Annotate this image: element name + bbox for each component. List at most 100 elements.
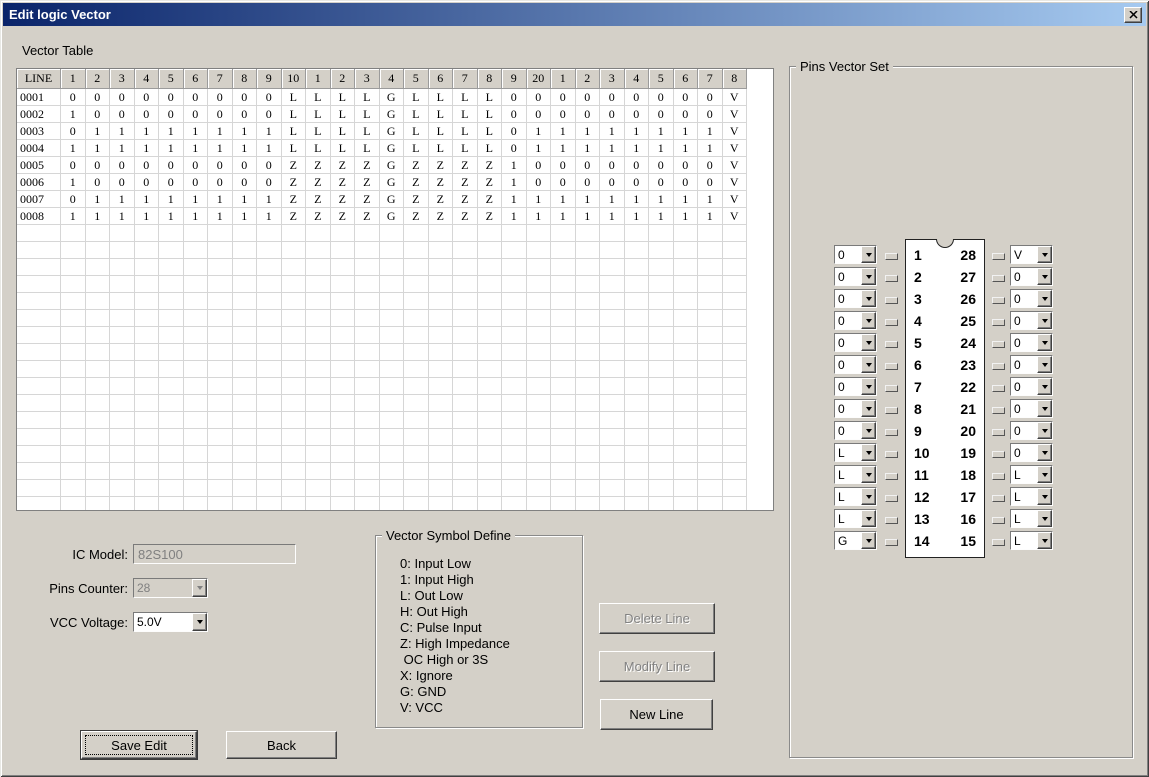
pin-vector-select[interactable]: L	[834, 465, 877, 484]
pin-vector-select[interactable]: 0	[1010, 421, 1053, 440]
table-cell: Z	[355, 174, 380, 191]
chevron-down-icon[interactable]	[861, 290, 876, 307]
ic-model-field[interactable]	[133, 544, 296, 564]
triangle-icon	[1042, 429, 1048, 433]
pin-vector-select[interactable]: V	[1010, 245, 1053, 264]
chevron-down-icon[interactable]	[1037, 378, 1052, 395]
pin-vector-select[interactable]: 0	[1010, 333, 1053, 352]
table-cell	[625, 259, 650, 276]
table-cell: V	[723, 140, 748, 157]
chevron-down-icon[interactable]	[1037, 334, 1052, 351]
pin-vector-select[interactable]: G	[834, 531, 877, 550]
pin-vector-select[interactable]: 0	[1010, 399, 1053, 418]
chevron-down-icon[interactable]	[1037, 488, 1052, 505]
pin-vector-select[interactable]: 0	[834, 421, 877, 440]
pin-vector-select[interactable]: 0	[834, 289, 877, 308]
table-row[interactable]: 0004111111111LLLLGLLLL011111111V	[17, 140, 773, 157]
table-row[interactable]: 0008111111111ZZZZGZZZZ111111111V	[17, 208, 773, 225]
chevron-down-icon[interactable]	[1037, 268, 1052, 285]
pin-vector-select[interactable]: 0	[1010, 377, 1053, 396]
chevron-down-icon[interactable]	[861, 422, 876, 439]
chevron-down-icon[interactable]	[861, 246, 876, 263]
chevron-down-icon[interactable]	[1037, 444, 1052, 461]
chevron-down-icon[interactable]	[1037, 400, 1052, 417]
chevron-down-icon[interactable]	[861, 378, 876, 395]
pin-vector-select[interactable]: L	[1010, 465, 1053, 484]
chevron-down-icon[interactable]	[861, 268, 876, 285]
table-cell: V	[723, 106, 748, 123]
table-cell: 0	[527, 174, 552, 191]
vcc-voltage-select[interactable]: 5.0V	[133, 612, 208, 632]
table-row-empty	[17, 310, 773, 327]
table-cell	[159, 446, 184, 463]
pin-vector-select[interactable]: 0	[1010, 311, 1053, 330]
pin-vector-select[interactable]: 0	[1010, 289, 1053, 308]
table-cell	[257, 327, 282, 344]
table-cell	[61, 361, 86, 378]
table-cell	[429, 327, 454, 344]
pin-vector-value: 0	[835, 400, 861, 417]
table-row[interactable]: 0002100000000LLLLGLLLL000000000V	[17, 106, 773, 123]
pin-leg	[992, 253, 1005, 260]
chevron-down-icon[interactable]	[861, 312, 876, 329]
table-cell	[502, 361, 527, 378]
chevron-down-icon[interactable]	[861, 400, 876, 417]
table-row[interactable]: 0006100000000ZZZZGZZZZ100000000V	[17, 174, 773, 191]
pin-vector-select[interactable]: L	[1010, 509, 1053, 528]
pin-leg	[885, 429, 898, 436]
chevron-down-icon[interactable]	[861, 444, 876, 461]
pin-vector-select[interactable]: 0	[1010, 267, 1053, 286]
new-line-button[interactable]: New Line	[600, 699, 713, 730]
pin-vector-value: 0	[835, 312, 861, 329]
pin-vector-select[interactable]: 0	[834, 267, 877, 286]
table-cell	[306, 480, 331, 497]
chevron-down-icon[interactable]	[1037, 246, 1052, 263]
chevron-down-icon[interactable]	[861, 510, 876, 527]
pin-vector-select[interactable]: L	[1010, 487, 1053, 506]
pin-vector-select[interactable]: 0	[834, 355, 877, 374]
chevron-down-icon[interactable]	[1037, 356, 1052, 373]
chevron-down-icon[interactable]	[1037, 290, 1052, 307]
table-row[interactable]: 0003011111111LLLLGLLLL011111111V	[17, 123, 773, 140]
pin-vector-select[interactable]: L	[834, 487, 877, 506]
table-row[interactable]: 0005000000000ZZZZGZZZZ100000000V	[17, 157, 773, 174]
triangle-icon	[197, 620, 203, 624]
chevron-down-icon[interactable]	[1037, 532, 1052, 549]
vector-symbol-define-group: Vector Symbol Define 0: Input Low1: Inpu…	[375, 535, 583, 728]
table-cell: Z	[453, 191, 478, 208]
chevron-down-icon[interactable]	[861, 356, 876, 373]
pin-vector-select[interactable]: L	[1010, 531, 1053, 550]
chevron-down-icon[interactable]	[1037, 312, 1052, 329]
close-button[interactable]	[1124, 7, 1142, 23]
table-cell	[233, 327, 258, 344]
chevron-down-icon[interactable]	[192, 613, 207, 631]
table-cell	[355, 497, 380, 511]
chevron-down-icon[interactable]	[861, 532, 876, 549]
table-header-cell: 3	[355, 69, 380, 89]
pin-vector-select[interactable]: L	[834, 509, 877, 528]
chevron-down-icon[interactable]	[861, 466, 876, 483]
vector-table[interactable]: LINE 123456789101234567892012345678 0001…	[16, 68, 774, 511]
pin-vector-select[interactable]: 0	[834, 311, 877, 330]
pin-vector-select[interactable]: 0	[834, 377, 877, 396]
table-cell: 1	[502, 208, 527, 225]
chevron-down-icon[interactable]	[861, 488, 876, 505]
chevron-down-icon[interactable]	[1037, 422, 1052, 439]
table-cell: 1	[184, 123, 209, 140]
table-row[interactable]: 0007011111111ZZZZGZZZZ111111111V	[17, 191, 773, 208]
pin-vector-select[interactable]: 0	[1010, 443, 1053, 462]
chevron-down-icon[interactable]	[861, 334, 876, 351]
table-row[interactable]: 0001000000000LLLLGLLLL000000000V	[17, 89, 773, 106]
pin-vector-select[interactable]: 0	[834, 333, 877, 352]
save-edit-button[interactable]: Save Edit	[81, 731, 197, 759]
table-cell	[600, 344, 625, 361]
pin-vector-select[interactable]: 0	[1010, 355, 1053, 374]
table-cell	[478, 344, 503, 361]
pin-vector-select[interactable]: 0	[834, 399, 877, 418]
chevron-down-icon[interactable]	[1037, 466, 1052, 483]
titlebar[interactable]: Edit logic Vector	[3, 3, 1146, 26]
chevron-down-icon[interactable]	[1037, 510, 1052, 527]
back-button[interactable]: Back	[226, 731, 337, 759]
pin-vector-select[interactable]: 0	[834, 245, 877, 264]
pin-vector-select[interactable]: L	[834, 443, 877, 462]
